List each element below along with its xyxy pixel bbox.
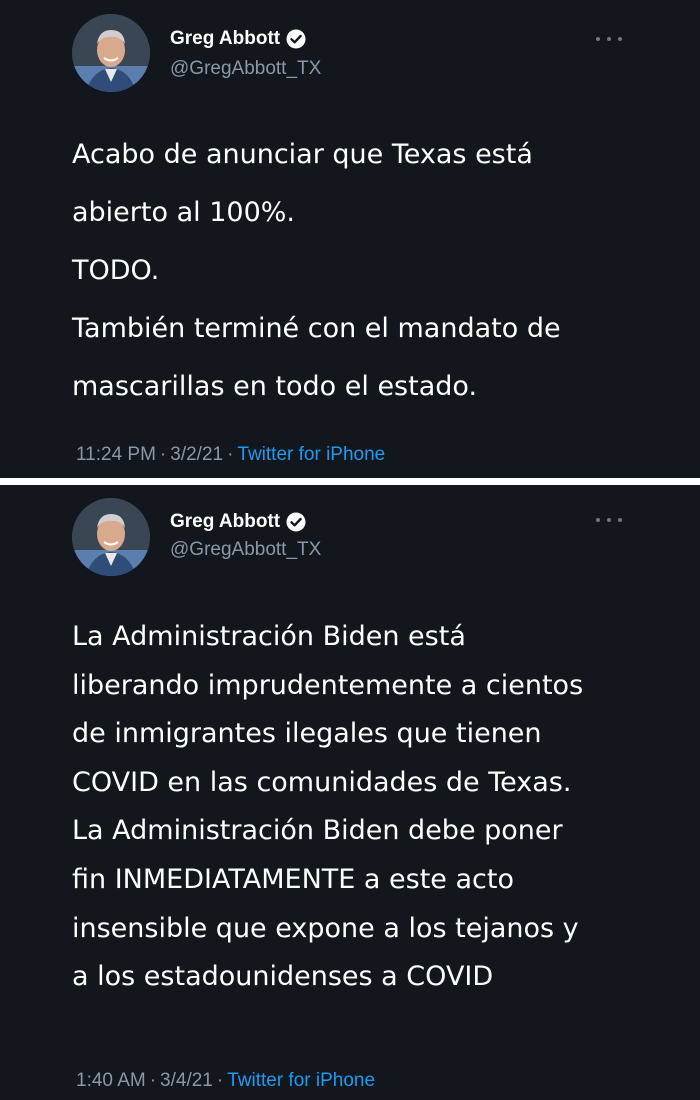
meta-separator: · xyxy=(216,1070,224,1091)
meta-separator: · xyxy=(159,444,167,465)
image-divider xyxy=(0,478,700,485)
tweet-text-line: TODO. xyxy=(72,255,160,286)
tweet-text-line: La Administración Biden debe poner xyxy=(72,815,563,847)
tweet-text-line: También terminé con el mandato de xyxy=(72,313,561,344)
tweet-metadata: 1:40 AM · 3/4/21 · Twitter for iPhone xyxy=(76,1070,375,1092)
avatar-photo-icon xyxy=(72,498,150,576)
avatar[interactable] xyxy=(72,498,150,576)
tweet-source-link[interactable]: Twitter for iPhone xyxy=(237,444,385,465)
meta-separator: · xyxy=(149,1070,157,1091)
tweet-metadata: 11:24 PM · 3/2/21 · Twitter for iPhone xyxy=(76,444,385,466)
author-handle[interactable]: @GregAbbott_TX xyxy=(170,58,321,80)
tweet-text-line: Acabo de anunciar que Texas está xyxy=(72,139,533,170)
avatar[interactable] xyxy=(72,14,150,92)
tweet-text: La Administración Biden está liberando i… xyxy=(72,613,672,1002)
more-options-icon[interactable] xyxy=(596,34,622,44)
author-name-row[interactable]: Greg Abbott xyxy=(170,511,306,533)
tweet-text-line: liberando imprudentemente a cientos xyxy=(72,669,584,701)
author-display-name[interactable]: Greg Abbott xyxy=(170,511,280,533)
tweet-text-line: fin INMEDIATAMENTE a este acto xyxy=(72,863,514,895)
tweet-text-line: mascarillas en todo el estado. xyxy=(72,371,478,402)
tweet-text-line: a los estadounidenses a COVID xyxy=(72,961,494,993)
tweet-date[interactable]: 3/4/21 xyxy=(160,1070,213,1091)
more-options-icon[interactable] xyxy=(596,515,622,525)
tweet-card-1: Greg Abbott @GregAbbott_TX Acabo de anun… xyxy=(0,0,700,478)
meta-separator: · xyxy=(227,444,234,465)
tweet-time[interactable]: 11:24 PM xyxy=(76,444,156,465)
tweet-text-line: de inmigrantes ilegales que tienen xyxy=(72,718,542,750)
verified-badge-icon xyxy=(286,512,306,532)
author-handle[interactable]: @GregAbbott_TX xyxy=(170,539,321,561)
tweet-text-line: COVID en las comunidades de Texas. xyxy=(72,766,572,798)
tweet-source-link[interactable]: Twitter for iPhone xyxy=(227,1070,375,1091)
verified-badge-icon xyxy=(286,29,306,49)
avatar-photo-icon xyxy=(72,14,150,92)
tweet-time[interactable]: 1:40 AM xyxy=(76,1070,146,1091)
author-display-name[interactable]: Greg Abbott xyxy=(170,28,280,50)
author-name-row[interactable]: Greg Abbott xyxy=(170,28,306,50)
tweet-text-line: insensible que expone a los tejanos y xyxy=(72,912,579,944)
tweet-date[interactable]: 3/2/21 xyxy=(170,444,223,465)
tweet-text-line: La Administración Biden está xyxy=(72,621,466,652)
tweet-text: Acabo de anunciar que Texas está abierto… xyxy=(72,126,672,416)
tweet-text-line: abierto al 100%. xyxy=(72,197,295,228)
